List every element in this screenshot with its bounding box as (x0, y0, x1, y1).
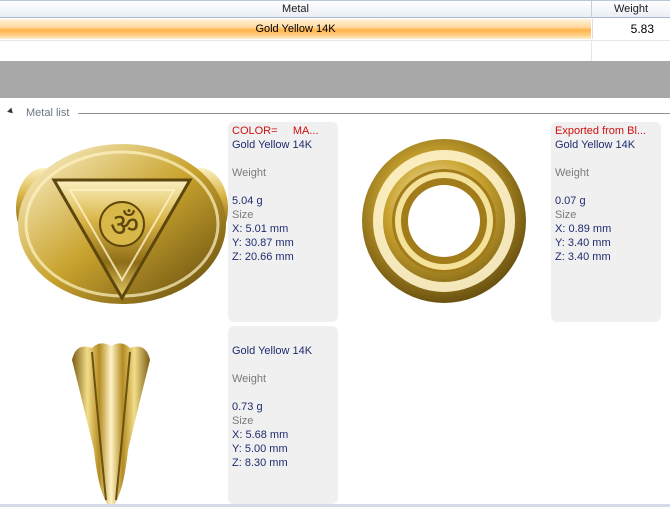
weight-value: 0.07 g (555, 195, 586, 207)
bead-thumbnail[interactable] (360, 135, 530, 307)
cell-metal[interactable]: Gold Yellow 14K (0, 19, 591, 39)
weight-label: Weight (232, 167, 267, 179)
table-row-selected[interactable]: Gold Yellow 14K 5.83 (0, 19, 670, 39)
size-y: Y: 3.40 mm (555, 237, 611, 249)
metal-name: Gold Yellow 14K (232, 139, 313, 151)
size-x: X: 5.68 mm (232, 429, 289, 441)
svg-text:ॐ: ॐ (110, 206, 139, 244)
metal-name: Gold Yellow 14K (232, 345, 313, 357)
size-y: Y: 30.87 mm (232, 237, 294, 249)
size-label: Size (555, 209, 577, 221)
empty-gray-panel (0, 61, 670, 98)
size-label: Size (232, 209, 254, 221)
group-label: Metal list (26, 107, 70, 119)
weight-label: Weight (232, 373, 267, 385)
size-label: Size (232, 415, 254, 427)
size-x: X: 0.89 mm (555, 223, 612, 235)
color-value: MA... (292, 125, 319, 137)
weight-value: 5.04 g (232, 195, 263, 207)
column-header-metal[interactable]: Metal (0, 1, 592, 18)
item-info-card: Gold Yellow 14K Weight 0.73 g Size X: 5.… (228, 326, 338, 504)
metal-list-group-header[interactable]: Metal list (0, 104, 670, 122)
metal-name: Gold Yellow 14K (555, 139, 636, 151)
size-z: Z: 20.66 mm (232, 251, 294, 263)
ring-thumbnail[interactable]: ॐ (14, 138, 230, 310)
size-y: Y: 5.00 mm (232, 443, 288, 455)
column-header-weight[interactable]: Weight (592, 1, 670, 18)
weight-label: Weight (555, 167, 590, 179)
cell-weight[interactable]: 5.83 (592, 19, 670, 39)
weight-value: 0.73 g (232, 401, 263, 413)
size-z: Z: 3.40 mm (555, 251, 611, 263)
table-header: Metal Weight (0, 0, 670, 18)
bail-thumbnail[interactable] (66, 340, 156, 505)
size-z: Z: 8.30 mm (232, 457, 288, 469)
collapse-triangle-icon[interactable] (7, 107, 15, 116)
size-x: X: 5.01 mm (232, 223, 289, 235)
item-info-card: COLOR= MA... Gold Yellow 14K Weight 5.04… (228, 122, 338, 322)
table-row-empty (0, 40, 670, 61)
color-label: COLOR= (232, 125, 278, 137)
item-info-card: Exported from Bl... Gold Yellow 14K Weig… (551, 122, 661, 322)
group-divider (78, 113, 670, 114)
export-header: Exported from Bl... (555, 125, 647, 137)
